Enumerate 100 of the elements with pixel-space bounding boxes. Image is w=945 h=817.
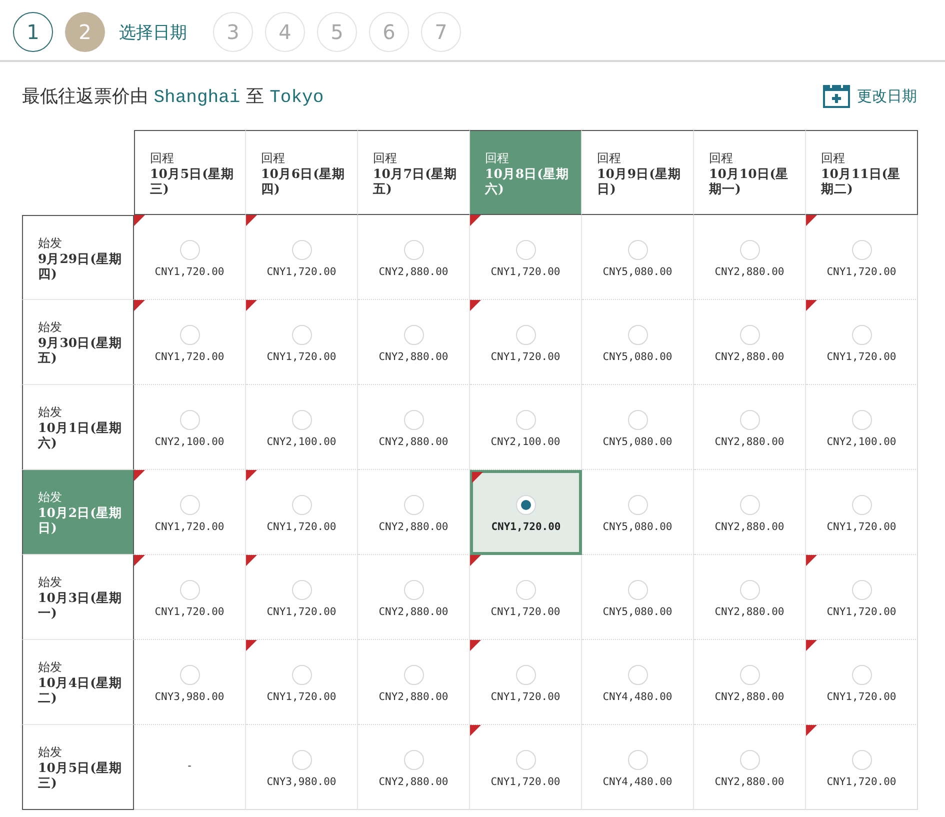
radio-button[interactable] (180, 495, 200, 515)
radio-button[interactable] (404, 665, 424, 685)
fare-price: CNY2,100.00 (826, 436, 896, 448)
fare-price: CNY2,100.00 (266, 436, 336, 448)
row-date: 10月4日(星期二) (38, 675, 124, 705)
step-number: 1 (13, 12, 53, 52)
radio-button[interactable] (516, 410, 536, 430)
calendar-add-icon (823, 84, 850, 108)
radio-button[interactable] (180, 580, 200, 600)
radio-button[interactable] (404, 580, 424, 600)
column-label: 回程 (821, 151, 845, 166)
fare-price: CNY2,880.00 (378, 606, 448, 618)
row-label: 始发 (38, 405, 62, 420)
column-date: 10月5日(星期三) (150, 166, 236, 196)
fare-price: CNY4,480.00 (602, 776, 672, 788)
radio-button[interactable] (404, 410, 424, 430)
fare-price: CNY5,080.00 (602, 436, 672, 448)
fare-price: CNY2,880.00 (378, 521, 448, 533)
step-number: 4 (265, 12, 305, 52)
radio-button[interactable] (628, 495, 648, 515)
radio-button[interactable] (740, 580, 760, 600)
fare-price: CNY1,720.00 (154, 521, 224, 533)
column-date: 10月7日(星期五) (373, 166, 458, 196)
row-date: 10月1日(星期六) (38, 420, 124, 450)
radio-button[interactable] (852, 410, 872, 430)
radio-button[interactable] (292, 240, 312, 260)
radio-button[interactable] (516, 325, 536, 345)
fare-price: CNY2,880.00 (714, 691, 784, 703)
fare-price: CNY1,720.00 (826, 606, 896, 618)
radio-button[interactable] (852, 495, 872, 515)
fare-price: CNY1,720.00 (266, 351, 336, 363)
fare-price: CNY2,880.00 (714, 436, 784, 448)
fare-price: CNY1,720.00 (490, 691, 560, 703)
column-date: 10月9日(星期日) (597, 166, 682, 196)
radio-button[interactable] (292, 410, 312, 430)
radio-button[interactable] (628, 665, 648, 685)
radio-button[interactable] (740, 325, 760, 345)
radio-button[interactable] (292, 580, 312, 600)
radio-button[interactable] (740, 410, 760, 430)
radio-button[interactable] (180, 240, 200, 260)
radio-button[interactable] (628, 240, 648, 260)
fare-price: CNY5,080.00 (602, 351, 672, 363)
radio-button[interactable] (628, 410, 648, 430)
fare-price: CNY1,720.00 (490, 776, 560, 788)
column-date: 10月11日(星期二) (821, 166, 902, 196)
fare-price: CNY1,720.00 (266, 521, 336, 533)
radio-button[interactable] (740, 240, 760, 260)
radio-button[interactable] (180, 410, 200, 430)
radio-button[interactable] (628, 580, 648, 600)
radio-button[interactable] (292, 325, 312, 345)
row-date: 10月5日(星期三) (38, 760, 124, 790)
fare-price: CNY1,720.00 (490, 266, 560, 278)
change-date-link[interactable]: 更改日期 (823, 84, 917, 108)
column-label: 回程 (485, 151, 509, 166)
radio-button[interactable] (740, 750, 760, 770)
row-label: 始发 (38, 660, 62, 675)
radio-button[interactable] (628, 325, 648, 345)
radio-button[interactable] (852, 580, 872, 600)
column-label: 回程 (373, 151, 397, 166)
fare-price: CNY2,880.00 (378, 691, 448, 703)
radio-button[interactable] (404, 325, 424, 345)
fare-price: CNY1,720.00 (266, 606, 336, 618)
radio-button[interactable] (740, 665, 760, 685)
step-title: 选择日期 (119, 22, 187, 44)
fare-price: - (186, 760, 193, 772)
row-label: 始发 (38, 236, 62, 251)
fare-price: CNY2,880.00 (378, 436, 448, 448)
fare-price: CNY1,720.00 (154, 606, 224, 618)
radio-button[interactable] (292, 750, 312, 770)
fare-price: CNY1,720.00 (266, 691, 336, 703)
radio-button[interactable] (516, 580, 536, 600)
fare-price: CNY5,080.00 (602, 266, 672, 278)
radio-button[interactable] (180, 325, 200, 345)
radio-button[interactable] (852, 325, 872, 345)
step-number: 2 (65, 12, 105, 52)
radio-button[interactable] (404, 750, 424, 770)
radio-button[interactable] (852, 665, 872, 685)
fare-price: CNY2,880.00 (378, 776, 448, 788)
radio-button[interactable] (292, 665, 312, 685)
fare-price: CNY1,720.00 (491, 521, 561, 533)
radio-button[interactable] (516, 750, 536, 770)
radio-button[interactable] (740, 495, 760, 515)
fare-price: CNY1,720.00 (154, 266, 224, 278)
radio-button[interactable] (516, 665, 536, 685)
radio-button[interactable] (852, 750, 872, 770)
radio-button[interactable] (516, 240, 536, 260)
radio-button[interactable] (404, 240, 424, 260)
fare-price: CNY3,980.00 (266, 776, 336, 788)
row-label: 始发 (38, 490, 62, 505)
row-date: 9月29日(星期四) (38, 251, 124, 281)
radio-button[interactable] (852, 240, 872, 260)
radio-button[interactable] (292, 495, 312, 515)
radio-button[interactable] (404, 495, 424, 515)
fare-price: CNY1,720.00 (826, 351, 896, 363)
fare-price: CNY1,720.00 (490, 351, 560, 363)
radio-button[interactable] (516, 495, 536, 515)
radio-button[interactable] (180, 665, 200, 685)
radio-button[interactable] (628, 750, 648, 770)
row-label: 始发 (38, 745, 62, 760)
selected-fare-cell[interactable]: CNY1,720.00 (470, 470, 582, 555)
